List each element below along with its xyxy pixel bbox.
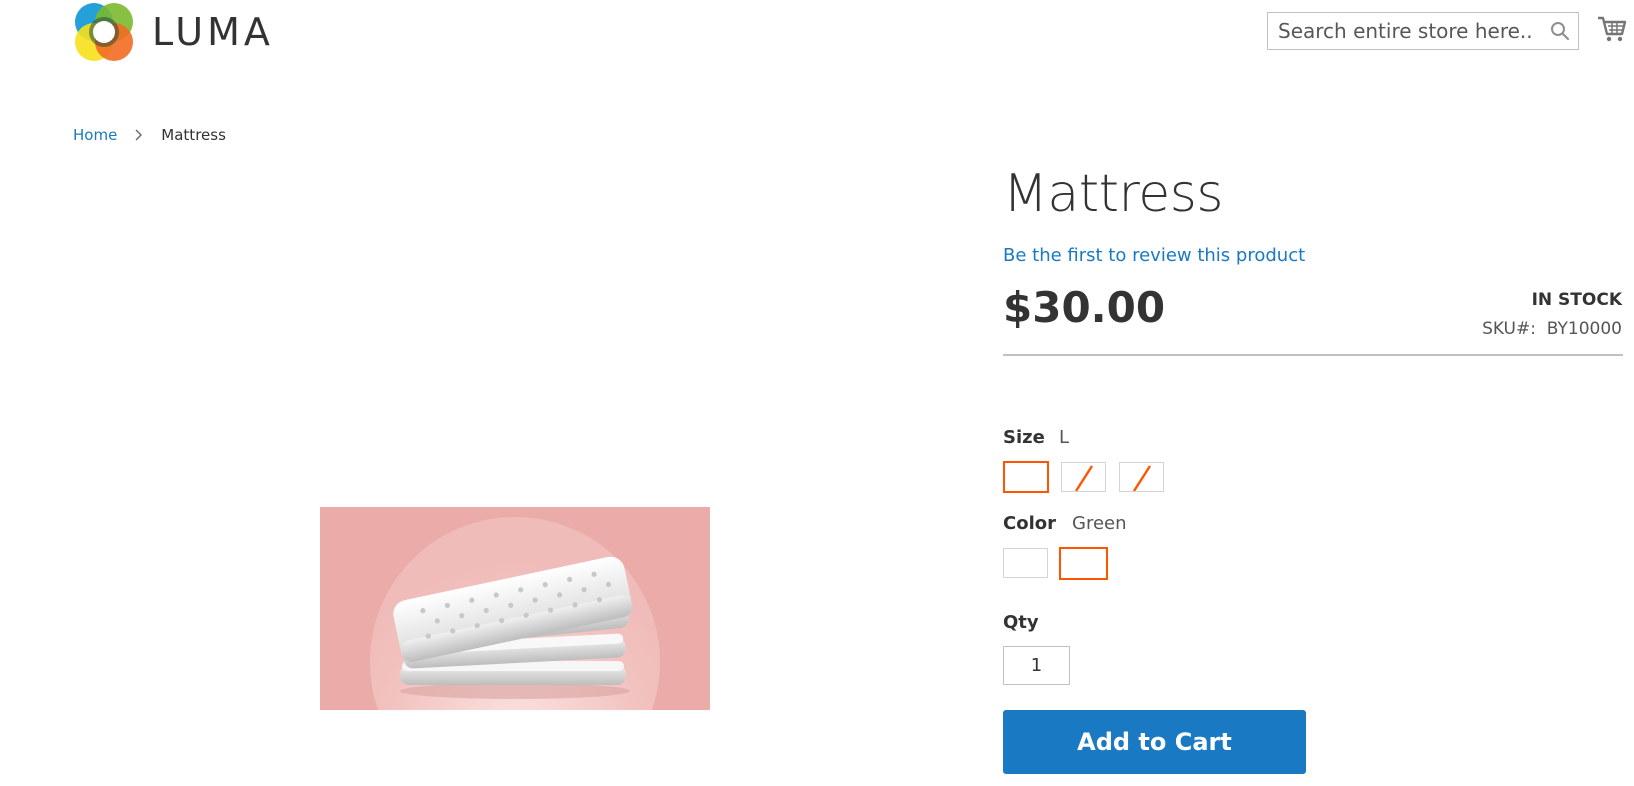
search-icon[interactable] [1542,13,1578,49]
sku-label: SKU#: [1482,319,1536,339]
size-selected-value: L [1059,427,1070,448]
search-input[interactable] [1268,14,1542,48]
stock-status: IN STOCK [1531,290,1622,310]
qty-label: Qty [1003,612,1039,633]
breadcrumb-home-link[interactable]: Home [73,126,117,144]
size-swatch-2[interactable] [1061,462,1106,492]
chevron-right-icon [135,129,143,141]
color-swatch-2[interactable] [1059,547,1108,580]
price-divider [1003,354,1623,356]
mattress-image [320,507,710,710]
product-main-image[interactable] [320,507,710,710]
logo-text: LUMA [152,10,274,54]
product-price: $30.00 [1003,283,1166,332]
breadcrumb: Home Mattress [73,126,226,144]
add-to-cart-button[interactable]: Add to Cart [1003,710,1306,774]
color-selected-value: Green [1072,513,1127,534]
qty-input[interactable] [1003,646,1070,685]
size-swatch-3[interactable] [1119,462,1164,492]
size-label: Size [1003,427,1045,448]
review-link[interactable]: Be the first to review this product [1003,245,1305,266]
size-swatch-1[interactable] [1003,461,1049,493]
product-sku: SKU#: BY10000 [1482,319,1622,339]
product-page: LUMA Home Mattress [0,0,1634,786]
search-box [1267,12,1579,50]
product-title: Mattress [1003,164,1223,224]
store-logo[interactable]: LUMA [72,0,270,64]
luma-logo-icon [75,3,133,61]
breadcrumb-current: Mattress [161,126,226,144]
color-label: Color [1003,513,1056,534]
color-swatch-1[interactable] [1003,548,1048,578]
sku-value: BY10000 [1546,319,1622,339]
shopping-cart-icon[interactable] [1597,14,1627,44]
